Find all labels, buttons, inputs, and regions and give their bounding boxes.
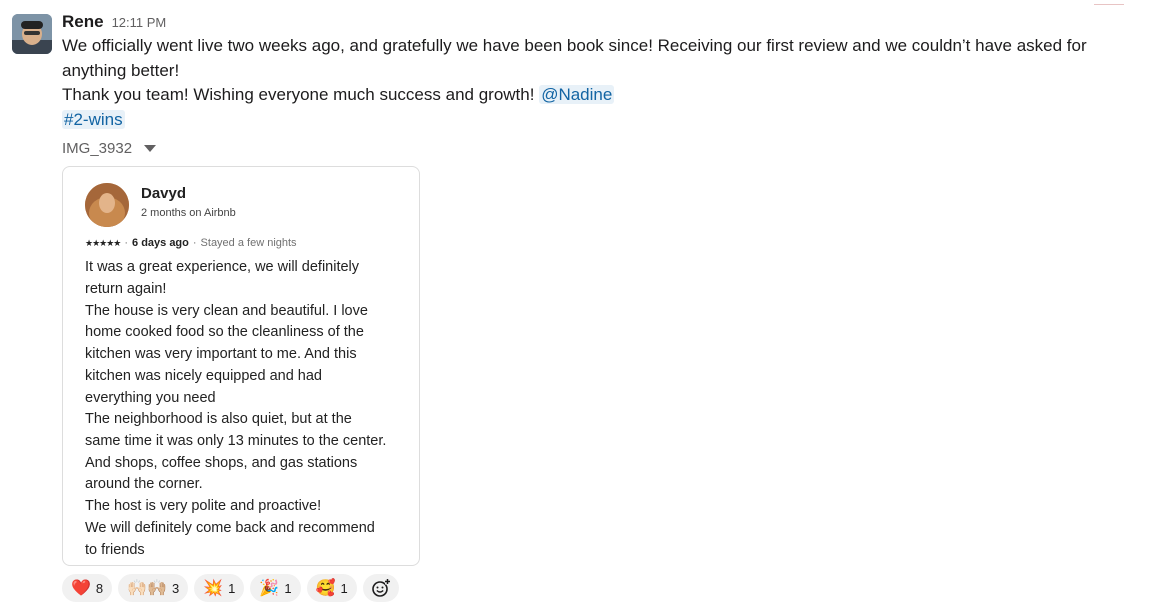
stay-length: Stayed a few nights [200,237,297,250]
file-header: IMG_3932 [62,138,1132,158]
message-line-3: #2-wins [62,108,1132,133]
add-reaction-icon [371,579,390,598]
reaction-count: 1 [340,580,348,596]
message-timestamp[interactable]: 12:11 PM [112,15,167,30]
star-rating-icon: ★★★★★ [85,237,121,248]
collision-icon: 💥 [203,578,224,598]
file-name: IMG_3932 [62,139,133,157]
smiling-face-hearts-icon: 🥰 [315,578,336,598]
image-attachment[interactable]: Davyd 2 months on Airbnb ★★★★★ · 6 days … [62,166,420,567]
message-content: Rene 12:11 PM We officially went live tw… [62,12,1132,603]
red-heart-icon: ❤️ [71,578,91,598]
message-header: Rene 12:11 PM [62,12,1132,34]
channel-link[interactable]: #2-wins [62,109,125,129]
reaction-heart[interactable]: ❤️ 8 [62,574,113,603]
reviewer-meta: 2 months on Airbnb [141,207,236,220]
reactions-bar: ❤️ 8 🙌🏻🙌🏼 3 💥 1 🎉 1 🥰 1 [62,574,1132,603]
reviewer-avatar [85,183,129,228]
sender-name[interactable]: Rene [62,12,104,32]
reviewer-name: Davyd [141,185,187,203]
message-line-2-text: Thank you team! Wishing everyone much su… [62,85,535,105]
reaction-count: 3 [172,580,180,596]
separator-dot: · [192,237,197,250]
raised-hands-icon: 🙌🏻🙌🏼 [127,578,167,598]
reaction-smiling-hearts[interactable]: 🥰 1 [306,574,357,603]
avatar-image [12,14,52,54]
review-date: 6 days ago [132,237,189,250]
new-messages-divider [1094,4,1124,7]
review-info: ★★★★★ · 6 days ago · Stayed a few nights [85,237,297,249]
review-text: It was a great experience, we will defin… [85,259,387,558]
party-popper-icon: 🎉 [259,578,280,598]
message-text: We officially went live two weeks ago, a… [62,34,1132,132]
reaction-raised-hands[interactable]: 🙌🏻🙌🏼 3 [118,574,189,603]
message-line-1: We officially went live two weeks ago, a… [62,36,1087,80]
message-line-2: Thank you team! Wishing everyone much su… [62,83,1132,108]
reaction-count: 8 [95,580,104,596]
add-reaction-button[interactable] [362,574,399,603]
caret-down-icon[interactable] [144,144,157,152]
reaction-collision[interactable]: 💥 1 [194,574,245,603]
reviewer-photo [85,183,129,228]
user-mention[interactable]: @Nadine [539,85,615,105]
reaction-party[interactable]: 🎉 1 [250,574,301,603]
separator-dot: · [124,237,129,250]
user-avatar[interactable] [12,14,52,54]
reaction-count: 1 [284,580,292,596]
reaction-count: 1 [228,580,236,596]
